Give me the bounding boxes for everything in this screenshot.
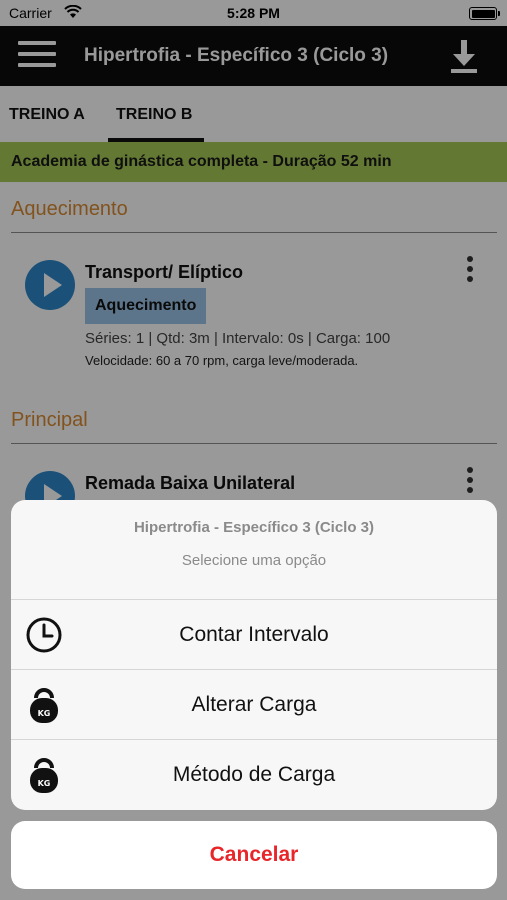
kettlebell-kg-icon: KG [30, 758, 58, 793]
option-alterar-carga[interactable]: KG Alterar Carga [11, 670, 497, 740]
option-contar-intervalo[interactable]: Contar Intervalo [11, 600, 497, 670]
action-sheet: Hipertrofia - Específico 3 (Ciclo 3) Sel… [11, 500, 497, 810]
action-sheet-header: Hipertrofia - Específico 3 (Ciclo 3) Sel… [11, 500, 497, 600]
option-metodo-de-carga[interactable]: KG Método de Carga [11, 740, 497, 810]
action-sheet-subtitle: Selecione uma opção [181, 552, 327, 569]
kg-text: KG [38, 779, 51, 788]
option-label: Método de Carga [172, 763, 336, 786]
kettlebell-kg-icon: KG [30, 688, 58, 723]
action-sheet-title: Hipertrofia - Específico 3 (Ciclo 3) [133, 519, 375, 536]
option-label: Contar Intervalo [179, 623, 329, 646]
cancel-button[interactable]: Cancelar [11, 821, 497, 889]
option-label: Alterar Carga [191, 693, 317, 716]
clock-icon [26, 617, 62, 653]
kg-text: KG [38, 709, 51, 718]
